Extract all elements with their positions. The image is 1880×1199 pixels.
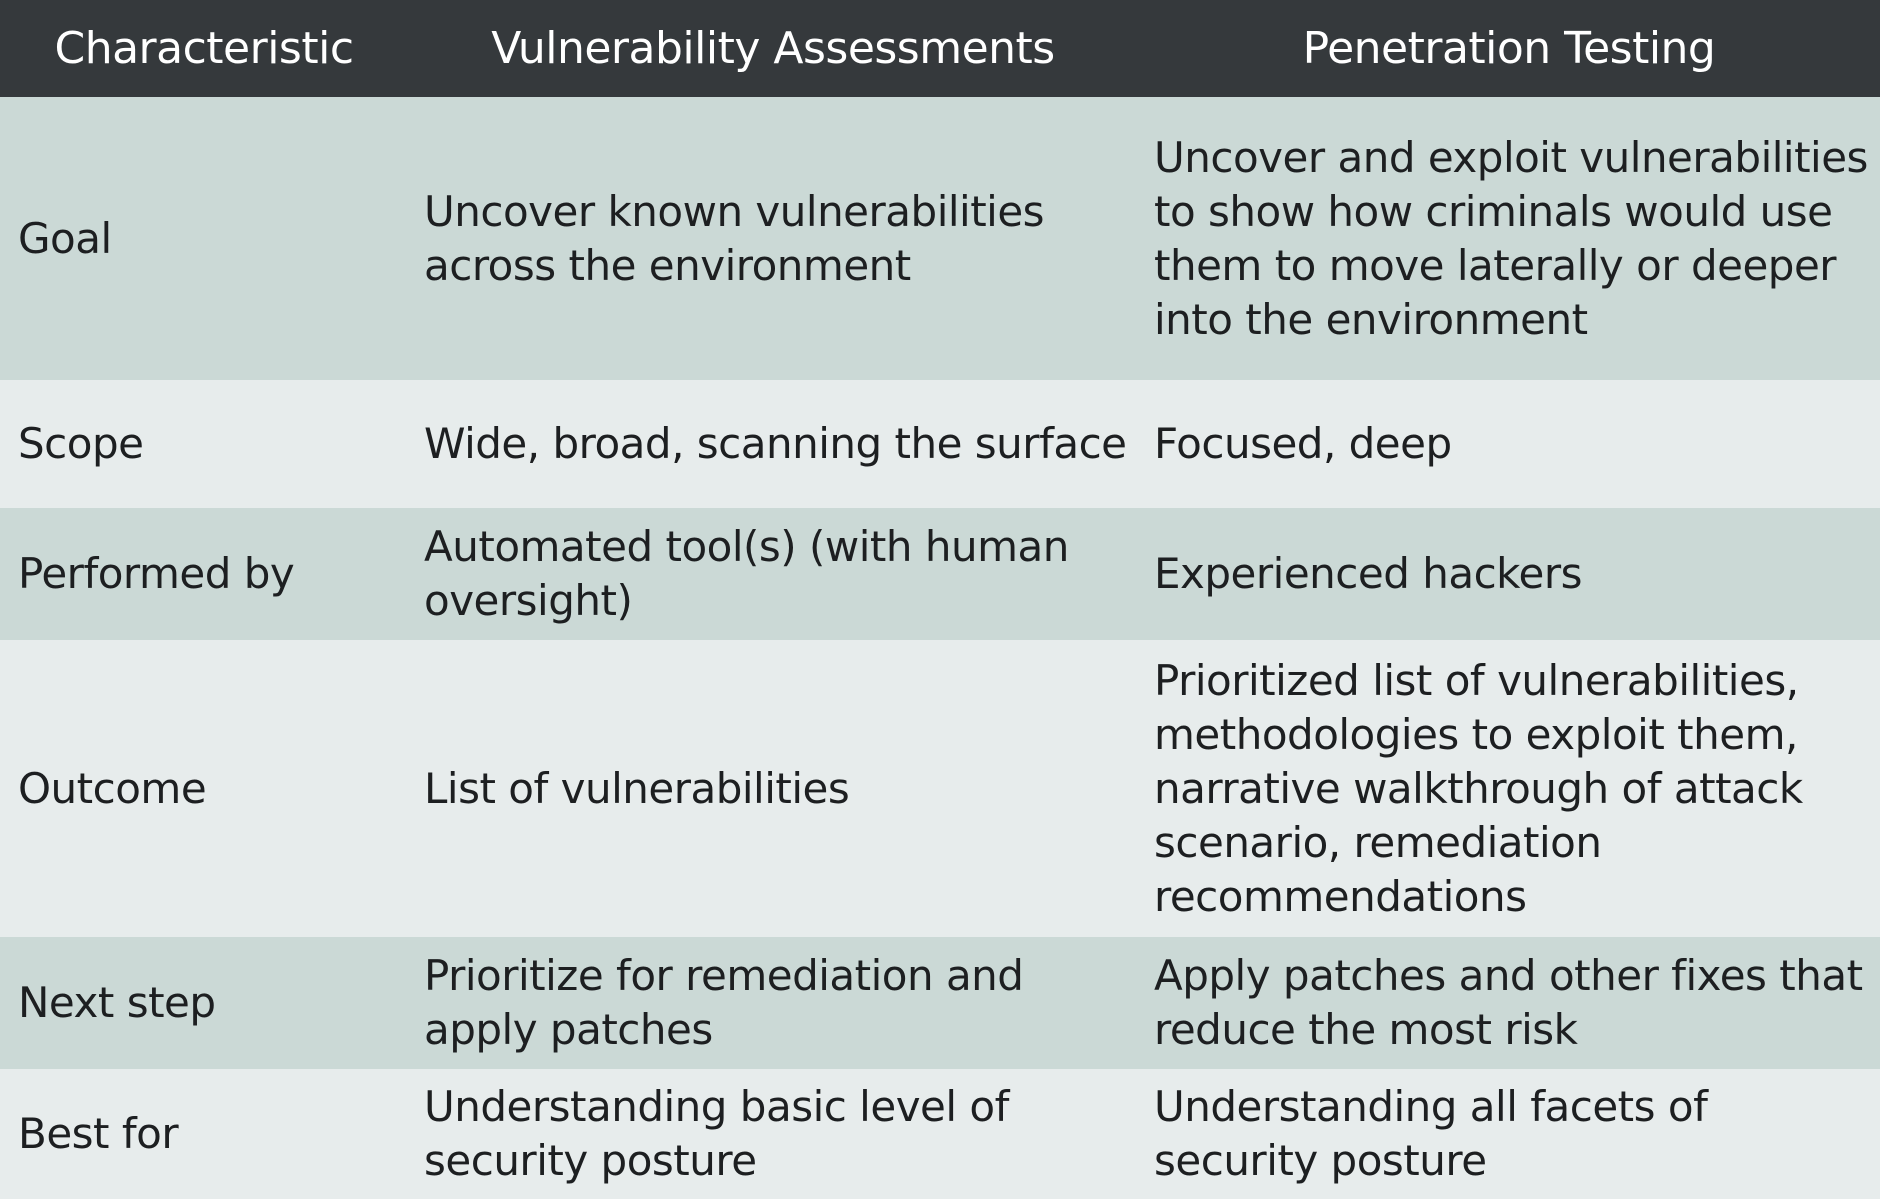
header-penetration-testing: Penetration Testing [1302, 23, 1716, 74]
cell-characteristic: Scope [18, 419, 144, 468]
cell-penetration-testing: Focused, deep [1154, 419, 1452, 468]
table-row-best-for: Best for Understanding basic level of se… [0, 1069, 1880, 1199]
header-vulnerability-assessments: Vulnerability Assessments [491, 23, 1055, 74]
cell-vulnerability-assessments: Uncover known vulnerabilities across the… [424, 186, 1045, 290]
cell-characteristic: Goal [18, 213, 112, 263]
cell-penetration-testing: Understanding all facets of security pos… [1154, 1082, 1708, 1185]
cell-characteristic: Best for [18, 1109, 179, 1158]
table-body: Goal Uncover known vulnerabilities acros… [0, 97, 1880, 1199]
cell-penetration-testing: Uncover and exploit vulnerabilities to s… [1154, 132, 1868, 344]
table-header: Characteristic Vulnerability Assessments… [0, 0, 1880, 97]
cell-penetration-testing: Experienced hackers [1154, 549, 1583, 598]
cell-vulnerability-assessments: List of vulnerabilities [424, 763, 850, 813]
cell-vulnerability-assessments: Automated tool(s) (with human oversight) [424, 522, 1069, 625]
cell-vulnerability-assessments: Prioritize for remediation and apply pat… [424, 951, 1024, 1054]
cell-characteristic: Outcome [18, 763, 207, 813]
table-row-goal: Goal Uncover known vulnerabilities acros… [0, 97, 1880, 380]
header-row: Characteristic Vulnerability Assessments… [0, 0, 1880, 97]
cell-characteristic: Performed by [18, 549, 295, 598]
table-row-scope: Scope Wide, broad, scanning the surface … [0, 380, 1880, 508]
table-row-outcome: Outcome List of vulnerabilities Prioriti… [0, 640, 1880, 937]
comparison-table: Characteristic Vulnerability Assessments… [0, 0, 1880, 1199]
cell-vulnerability-assessments: Wide, broad, scanning the surface [424, 419, 1127, 468]
cell-characteristic: Next step [18, 978, 216, 1027]
cell-penetration-testing: Apply patches and other fixes that reduc… [1154, 951, 1863, 1054]
header-characteristic: Characteristic [54, 23, 354, 74]
table-row-performed-by: Performed by Automated tool(s) (with hum… [0, 508, 1880, 640]
table-row-next-step: Next step Prioritize for remediation and… [0, 937, 1880, 1069]
cell-penetration-testing: Prioritized list of vulnerabilities, met… [1154, 655, 1803, 921]
cell-vulnerability-assessments: Understanding basic level of security po… [424, 1082, 1009, 1185]
